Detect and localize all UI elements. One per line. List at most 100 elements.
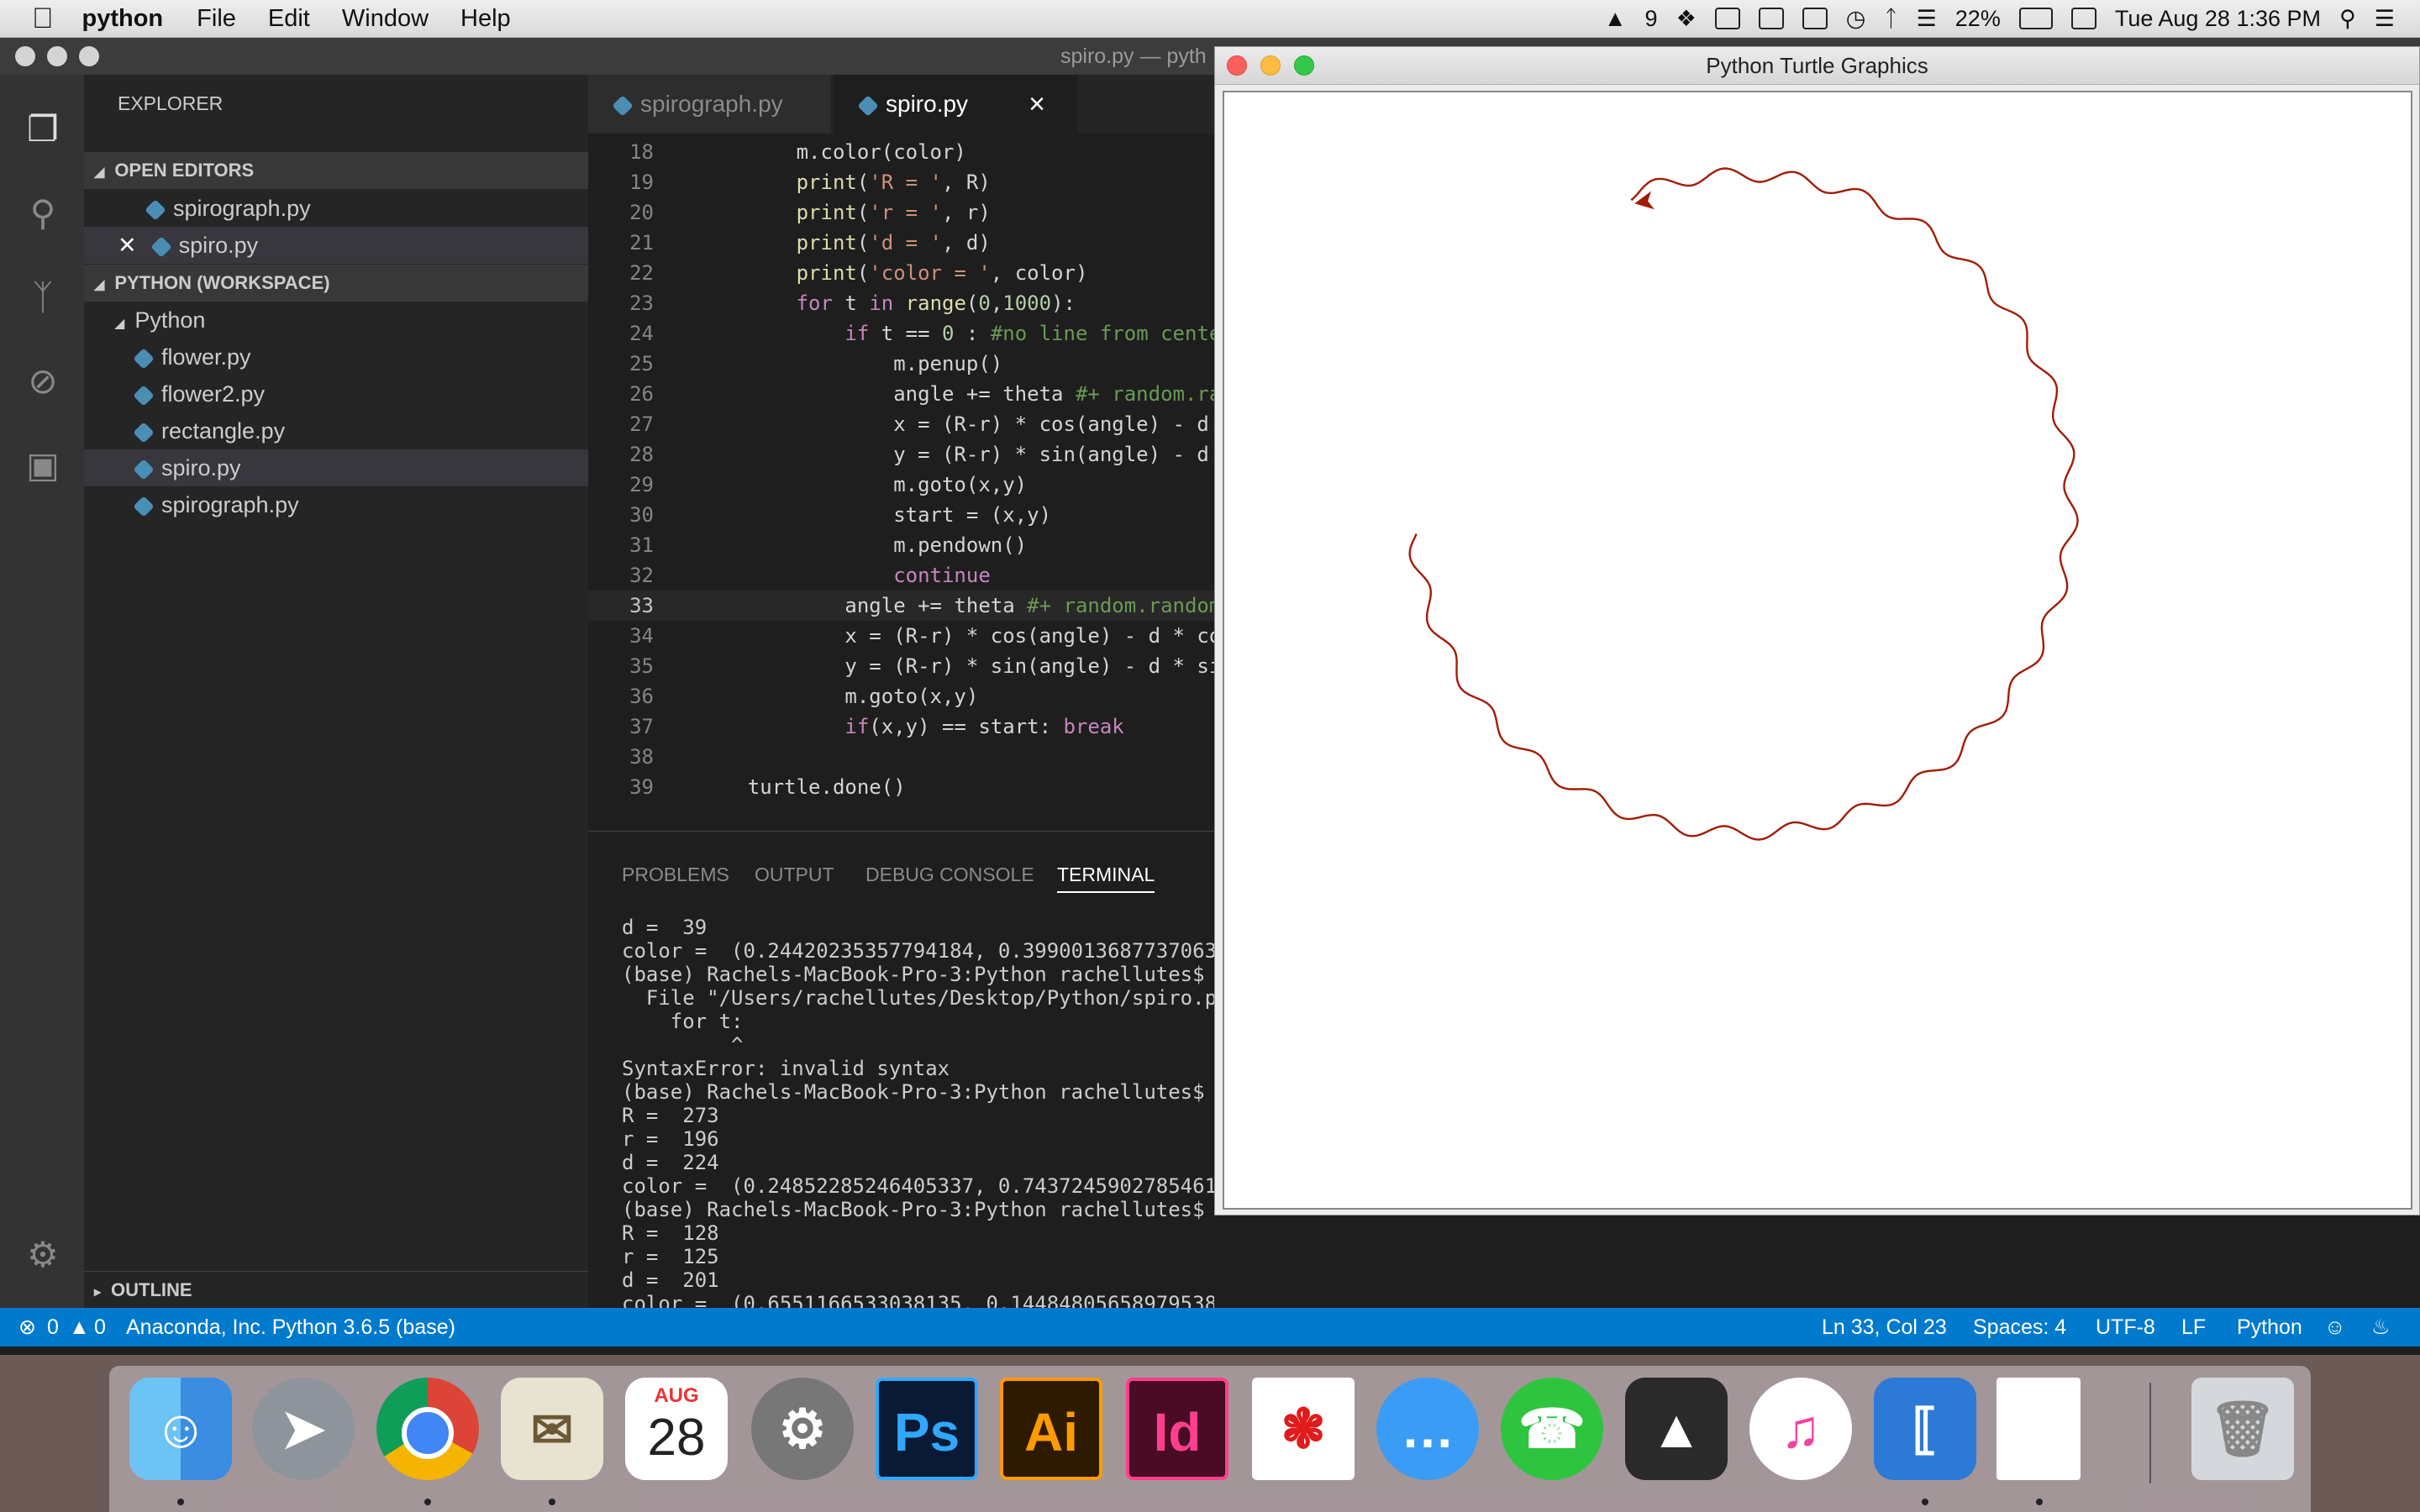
display-icon[interactable] xyxy=(1802,8,1828,29)
workspace-header[interactable]: ◢ PYTHON (WORKSPACE) xyxy=(84,265,598,302)
feedback-smiley-icon[interactable]: ☺ xyxy=(2324,1308,2346,1347)
itunes-icon[interactable]: ♫ xyxy=(1749,1378,1852,1480)
warning-count[interactable]: 0 xyxy=(94,1308,106,1347)
panel-tab-output[interactable]: OUTPUT xyxy=(755,864,834,886)
tab-close-icon[interactable]: × xyxy=(1028,75,1045,134)
code-line[interactable]: 36 m.goto(x,y) xyxy=(588,681,1214,711)
notification-center-icon[interactable]: ☰ xyxy=(2375,6,2395,32)
trash-icon[interactable]: 🗑 xyxy=(2191,1378,2294,1480)
code-line[interactable]: 18 m.color(color) xyxy=(588,137,1214,167)
document-icon[interactable] xyxy=(1996,1378,2081,1480)
bluetooth-icon[interactable]: ᛏ xyxy=(1884,6,1897,32)
launchpad-rocket-icon[interactable]: ➤ xyxy=(252,1378,355,1480)
open-editors-header[interactable]: ◢ OPEN EDITORS xyxy=(84,152,598,189)
code-line[interactable]: 23 for t in range(0,1000): xyxy=(588,288,1214,318)
code-line[interactable]: 29 m.goto(x,y) xyxy=(588,470,1214,500)
warning-icon[interactable]: ▲ xyxy=(69,1308,90,1347)
code-line[interactable]: 22 print('color = ', color) xyxy=(588,258,1214,288)
open-editor-item-active[interactable]: ✕ spiro.py xyxy=(84,227,622,264)
illustrator-icon[interactable]: Ai xyxy=(1000,1378,1102,1480)
close-icon[interactable]: ✕ xyxy=(118,233,137,258)
indesign-icon[interactable]: Id xyxy=(1126,1378,1228,1480)
code-line[interactable]: 32 continue xyxy=(588,560,1214,591)
app-menu[interactable]: python xyxy=(82,5,164,33)
notifications-bell-icon[interactable]: ♨ xyxy=(2371,1308,2390,1347)
menu-help[interactable]: Help xyxy=(460,5,511,33)
split-view-icon[interactable] xyxy=(1758,8,1784,29)
clock[interactable]: Tue Aug 28 1:36 PM xyxy=(2115,6,2321,32)
system-preferences-gear-icon[interactable]: ⚙ xyxy=(751,1378,854,1480)
mail-stamp-icon[interactable]: ✉ xyxy=(501,1378,603,1480)
code-line[interactable]: 39 turtle.done() xyxy=(588,772,1214,802)
code-line[interactable]: 35 y = (R-r) * sin(angle) - d * sin(( xyxy=(588,651,1214,681)
zoom-window-button[interactable] xyxy=(79,46,99,66)
file-item[interactable]: spirograph.py xyxy=(84,486,640,523)
whatsapp-icon[interactable]: ☎ xyxy=(1501,1378,1603,1480)
panel-tab-debug-console[interactable]: DEBUG CONSOLE xyxy=(865,864,1034,886)
cursor-position[interactable]: Ln 33, Col 23 xyxy=(1822,1308,1947,1347)
turtle-canvas[interactable] xyxy=(1223,91,2412,1210)
menu-edit[interactable]: Edit xyxy=(268,5,310,33)
file-item-selected[interactable]: spiro.py xyxy=(84,449,640,486)
photoshop-icon[interactable]: Ps xyxy=(876,1378,978,1480)
outline-header[interactable]: ▸ OUTLINE xyxy=(84,1271,598,1309)
line-endings[interactable]: LF xyxy=(2181,1308,2206,1347)
code-line[interactable]: 25 m.penup() xyxy=(588,349,1214,379)
finder-icon[interactable]: ☺ xyxy=(129,1378,232,1480)
code-line[interactable]: 30 start = (x,y) xyxy=(588,500,1214,530)
tab-spiro[interactable]: spiro.py × xyxy=(834,75,1077,134)
search-icon[interactable]: ⚲ xyxy=(22,192,64,234)
code-line[interactable]: 24 if t == 0 : #no line from center to xyxy=(588,318,1214,349)
code-line[interactable]: 27 x = (R-r) * cos(angle) - d * co xyxy=(588,409,1214,439)
time-machine-icon[interactable]: ◷ xyxy=(1846,6,1866,32)
code-line[interactable]: 20 print('r = ', r) xyxy=(588,197,1214,228)
minimize-window-button[interactable] xyxy=(1260,55,1281,76)
code-line[interactable]: 33 angle += theta #+ random.random() xyxy=(588,591,1214,621)
file-item[interactable]: rectangle.py xyxy=(84,412,640,449)
battery-icon[interactable] xyxy=(2018,8,2053,29)
panel-tab-problems[interactable]: PROBLEMS xyxy=(622,864,729,886)
code-line[interactable]: 31 m.pendown() xyxy=(588,530,1214,560)
chrome-icon[interactable] xyxy=(376,1378,479,1480)
code-line[interactable]: 37 if(x,y) == start: break xyxy=(588,711,1214,742)
language-mode[interactable]: Python xyxy=(2237,1308,2302,1347)
close-window-button[interactable] xyxy=(1227,55,1247,76)
keyboard-icon[interactable] xyxy=(2070,8,2096,29)
open-editor-item[interactable]: spirograph.py xyxy=(84,190,652,227)
error-icon[interactable]: ⊗ xyxy=(18,1308,36,1347)
code-line[interactable]: 28 y = (R-r) * sin(angle) - d * si xyxy=(588,439,1214,470)
file-item[interactable]: flower.py xyxy=(84,339,640,375)
apple-menu-icon[interactable]:  xyxy=(32,3,54,35)
tab-spirograph[interactable]: spirograph.py xyxy=(588,75,830,134)
python-interpreter[interactable]: Anaconda, Inc. Python 3.6.5 (base) xyxy=(126,1308,455,1347)
debug-icon[interactable]: ⊘ xyxy=(22,360,64,402)
settings-gear-icon[interactable]: ⚙ xyxy=(22,1234,64,1276)
zoom-window-button[interactable] xyxy=(1294,55,1314,76)
explorer-icon[interactable]: ❐ xyxy=(22,108,64,150)
folder-python[interactable]: ◢ Python xyxy=(84,302,618,339)
code-line[interactable]: 21 print('d = ', d) xyxy=(588,228,1214,258)
messages-icon[interactable]: … xyxy=(1376,1378,1479,1480)
battery-percent[interactable]: 22% xyxy=(1955,6,2001,32)
encoding[interactable]: UTF-8 xyxy=(2096,1308,2155,1347)
minimize-window-button[interactable] xyxy=(47,46,67,66)
code-line[interactable]: 34 x = (R-r) * cos(angle) - d * cos(( xyxy=(588,621,1214,651)
source-control-icon[interactable]: ᛉ xyxy=(22,276,64,318)
menu-window[interactable]: Window xyxy=(342,5,429,33)
adobe-icon[interactable]: ▲ xyxy=(1604,6,1627,32)
calendar-icon[interactable]: AUG 28 xyxy=(625,1378,728,1480)
rhino-icon[interactable]: ▲ xyxy=(1625,1378,1728,1480)
menu-file[interactable]: File xyxy=(197,5,236,33)
acrobat-icon[interactable]: ❃ xyxy=(1252,1378,1355,1480)
extensions-icon[interactable]: ▣ xyxy=(22,444,64,486)
vscode-app-icon[interactable]: ⟦ xyxy=(1874,1378,1976,1480)
dropbox-icon[interactable]: ❖ xyxy=(1676,6,1697,32)
panel-tab-terminal[interactable]: TERMINAL xyxy=(1057,864,1155,893)
code-line[interactable]: 19 print('R = ', R) xyxy=(588,167,1214,197)
wifi-icon[interactable]: ☰ xyxy=(1917,6,1937,32)
close-window-button[interactable] xyxy=(15,46,35,66)
code-line[interactable]: 38 xyxy=(588,742,1214,772)
error-count[interactable]: 0 xyxy=(47,1308,59,1347)
file-item[interactable]: flower2.py xyxy=(84,375,640,412)
code-line[interactable]: 26 angle += theta #+ random.random xyxy=(588,379,1214,409)
